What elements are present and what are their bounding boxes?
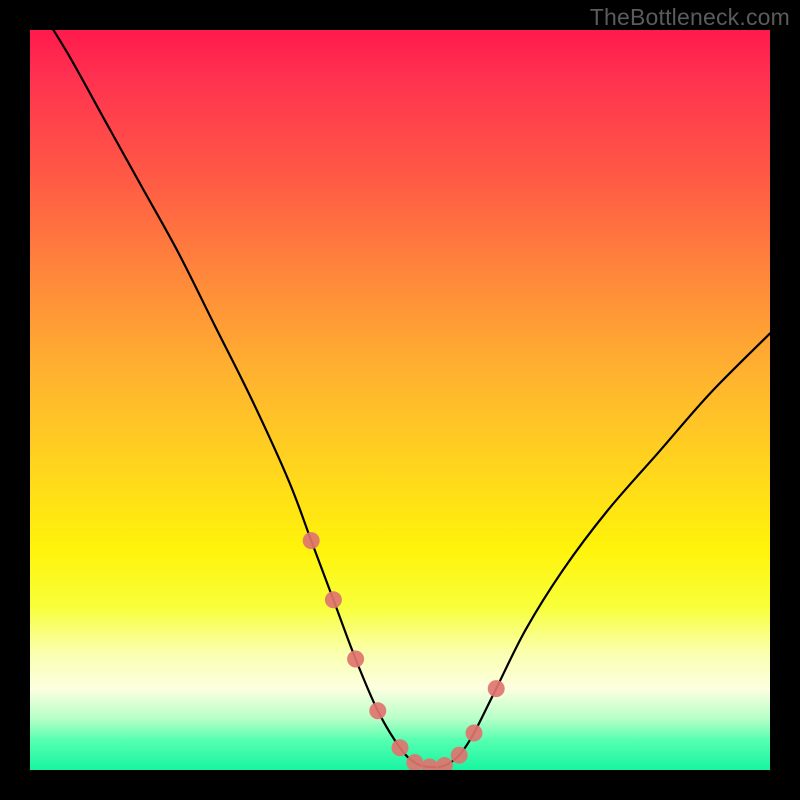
marker-dot	[325, 591, 342, 608]
watermark-text: TheBottleneck.com	[590, 4, 790, 31]
marker-dot	[436, 757, 453, 770]
plot-area	[30, 30, 770, 770]
marker-dot	[392, 739, 409, 756]
marker-dot	[347, 651, 364, 668]
marker-dot	[488, 680, 505, 697]
bottleneck-curve-path	[30, 30, 770, 767]
curve-layer	[30, 30, 770, 770]
marker-dot	[421, 759, 438, 770]
marker-group	[303, 532, 505, 770]
marker-dot	[303, 532, 320, 549]
marker-dot	[466, 725, 483, 742]
chart-frame: TheBottleneck.com	[0, 0, 800, 800]
marker-dot	[369, 702, 386, 719]
marker-dot	[451, 747, 468, 764]
